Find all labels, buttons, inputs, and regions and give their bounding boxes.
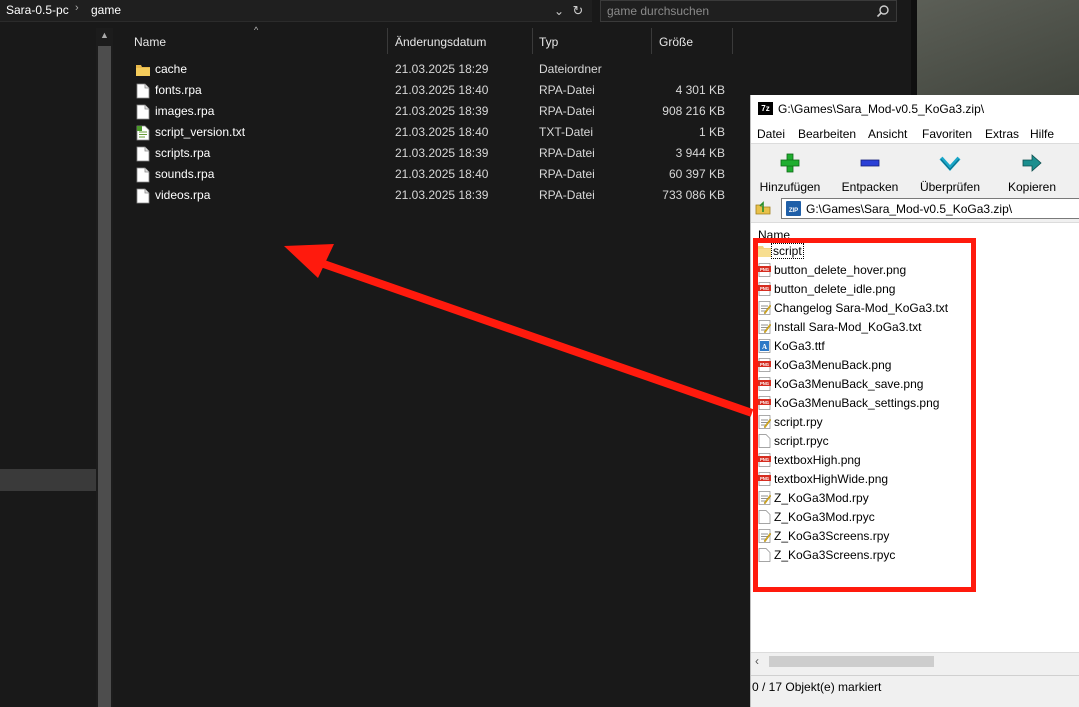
file-type: RPA-Datei xyxy=(539,167,595,181)
refresh-icon[interactable]: ↻ xyxy=(569,1,587,21)
file-date: 21.03.2025 18:40 xyxy=(395,167,489,181)
sort-up-icon: ^ xyxy=(254,25,259,35)
column-divider[interactable] xyxy=(387,28,388,54)
column-header-type[interactable]: Typ xyxy=(539,35,558,49)
file-date: 21.03.2025 18:29 xyxy=(395,62,489,76)
copy-button[interactable]: Kopieren xyxy=(997,148,1067,194)
window-title: G:\Games\Sara_Mod-v0.5_KoGa3.zip\ xyxy=(778,102,985,116)
column-divider[interactable] xyxy=(532,28,533,54)
navigation-pane[interactable] xyxy=(0,24,96,707)
menu-datei[interactable]: Datei xyxy=(757,127,785,141)
nav-scrollbar[interactable]: ▲ xyxy=(96,28,113,707)
plus-icon xyxy=(780,153,800,173)
breadcrumb-separator-icon: › xyxy=(75,2,79,14)
file-date: 21.03.2025 18:39 xyxy=(395,104,489,118)
file-size: 908 216 KB xyxy=(662,104,725,118)
arrow-right-icon xyxy=(1022,154,1042,172)
menu-ansicht[interactable]: Ansicht xyxy=(868,127,907,141)
extract-button[interactable]: Entpacken xyxy=(835,148,905,194)
folder-up-icon[interactable] xyxy=(755,200,771,216)
file-size: 1 KB xyxy=(698,125,725,139)
breadcrumb-sara[interactable]: Sara-0.5-pc xyxy=(6,3,69,17)
file-name: sounds.rpa xyxy=(155,167,215,181)
file-type: RPA-Datei xyxy=(539,104,595,118)
toolbar: Hinzufügen Entpacken Überprüfen Kopieren xyxy=(751,143,1079,195)
scroll-left-arrow-icon[interactable]: ‹ xyxy=(755,654,759,668)
search-input[interactable] xyxy=(607,3,867,19)
annotation-highlight-box xyxy=(753,238,976,592)
file-row[interactable]: script_version.txt 21.03.2025 18:40 TXT-Da… xyxy=(116,122,736,143)
copy-button-label: Kopieren xyxy=(1007,180,1057,194)
horizontal-scrollbar[interactable]: ‹ xyxy=(751,652,1079,669)
file-size: 60 397 KB xyxy=(668,167,725,181)
checkmark-down-icon xyxy=(939,156,961,171)
minus-icon xyxy=(860,159,880,167)
add-button-label: Hinzufügen xyxy=(759,180,821,194)
file-name: script_version.txt xyxy=(155,125,246,139)
column-header-size[interactable]: Größe xyxy=(659,35,693,49)
menu-extras[interactable]: Extras xyxy=(985,127,1019,141)
test-button[interactable]: Überprüfen xyxy=(915,148,985,194)
menu-hilfe[interactable]: Hilfe xyxy=(1030,127,1054,141)
file-icon xyxy=(136,188,150,204)
file-date: 21.03.2025 18:39 xyxy=(395,188,489,202)
file-type: RPA-Datei xyxy=(539,83,595,97)
status-text: 0 / 17 Objekt(e) markiert xyxy=(752,680,882,694)
test-button-label: Überprüfen xyxy=(919,180,981,194)
column-divider[interactable] xyxy=(732,28,733,54)
menu-bar: Datei Bearbeiten Ansicht Favoriten Extra… xyxy=(751,123,1079,143)
file-row[interactable]: images.rpa 21.03.2025 18:39 RPA-Datei 908 2… xyxy=(116,101,736,122)
file-type: TXT-Datei xyxy=(539,125,594,139)
file-type: RPA-Datei xyxy=(539,146,595,160)
file-icon xyxy=(136,104,150,120)
file-date: 21.03.2025 18:39 xyxy=(395,146,489,160)
file-icon xyxy=(136,146,150,162)
search-box[interactable] xyxy=(600,0,897,22)
file-name: videos.rpa xyxy=(155,188,211,202)
column-header-name[interactable]: Name xyxy=(134,35,166,49)
file-row[interactable]: cache 21.03.2025 18:29 Dateiordner xyxy=(116,59,736,80)
text-file-icon xyxy=(136,125,150,141)
file-name: cache xyxy=(155,62,188,76)
scroll-up-arrow-icon[interactable]: ▲ xyxy=(96,30,113,42)
path-bar: ZIP G:\Games\Sara_Mod-v0.5_KoGa3.zip\ xyxy=(751,196,1079,220)
add-button[interactable]: Hinzufügen xyxy=(755,148,825,194)
file-type: RPA-Datei xyxy=(539,188,595,202)
nav-selected-item[interactable] xyxy=(0,469,96,491)
extract-button-label: Entpacken xyxy=(841,180,899,194)
address-bar[interactable]: Sara-0.5-pc › game ⌄ ↻ xyxy=(0,0,592,22)
file-size: 733 086 KB xyxy=(662,188,725,202)
path-text: G:\Games\Sara_Mod-v0.5_KoGa3.zip\ xyxy=(806,202,1013,216)
file-name: scripts.rpa xyxy=(155,146,211,160)
sevenzip-logo-icon: 7z xyxy=(758,102,773,115)
file-row[interactable]: videos.rpa 21.03.2025 18:39 RPA-Datei 733 0… xyxy=(116,185,736,206)
breadcrumb-game[interactable]: game xyxy=(91,3,121,17)
file-icon xyxy=(136,167,150,183)
file-row[interactable]: fonts.rpa 21.03.2025 18:40 RPA-Datei 4 301 … xyxy=(116,80,736,101)
file-size: 4 301 KB xyxy=(675,83,725,97)
column-divider[interactable] xyxy=(651,28,652,54)
file-type: Dateiordner xyxy=(539,62,602,76)
menu-favoriten[interactable]: Favoriten xyxy=(922,127,972,141)
file-date: 21.03.2025 18:40 xyxy=(395,125,489,139)
zip-archive-icon: ZIP xyxy=(786,201,801,216)
chevron-down-icon[interactable]: ⌄ xyxy=(550,1,568,21)
file-date: 21.03.2025 18:40 xyxy=(395,83,489,97)
column-header-date[interactable]: Änderungsdatum xyxy=(395,35,486,49)
search-icon[interactable] xyxy=(876,4,890,18)
window-title-bar[interactable]: 7z G:\Games\Sara_Mod-v0.5_KoGa3.zip\ xyxy=(751,95,1079,123)
folder-icon xyxy=(136,65,150,76)
status-bar: 0 / 17 Objekt(e) markiert xyxy=(751,675,1079,697)
scroll-thumb[interactable] xyxy=(98,46,111,707)
scroll-thumb[interactable] xyxy=(769,656,934,667)
file-name: fonts.rpa xyxy=(155,83,202,97)
file-row[interactable]: sounds.rpa 21.03.2025 18:40 RPA-Datei 60 39… xyxy=(116,164,736,185)
file-name: images.rpa xyxy=(155,104,215,118)
file-size: 3 944 KB xyxy=(675,146,725,160)
path-input[interactable]: ZIP G:\Games\Sara_Mod-v0.5_KoGa3.zip\ xyxy=(781,198,1079,219)
file-row[interactable]: scripts.rpa 21.03.2025 18:39 RPA-Datei 3 94… xyxy=(116,143,736,164)
menu-bearbeiten[interactable]: Bearbeiten xyxy=(798,127,856,141)
file-icon xyxy=(136,83,150,99)
column-headers: ^ Name Änderungsdatum Typ Größe xyxy=(116,25,736,54)
